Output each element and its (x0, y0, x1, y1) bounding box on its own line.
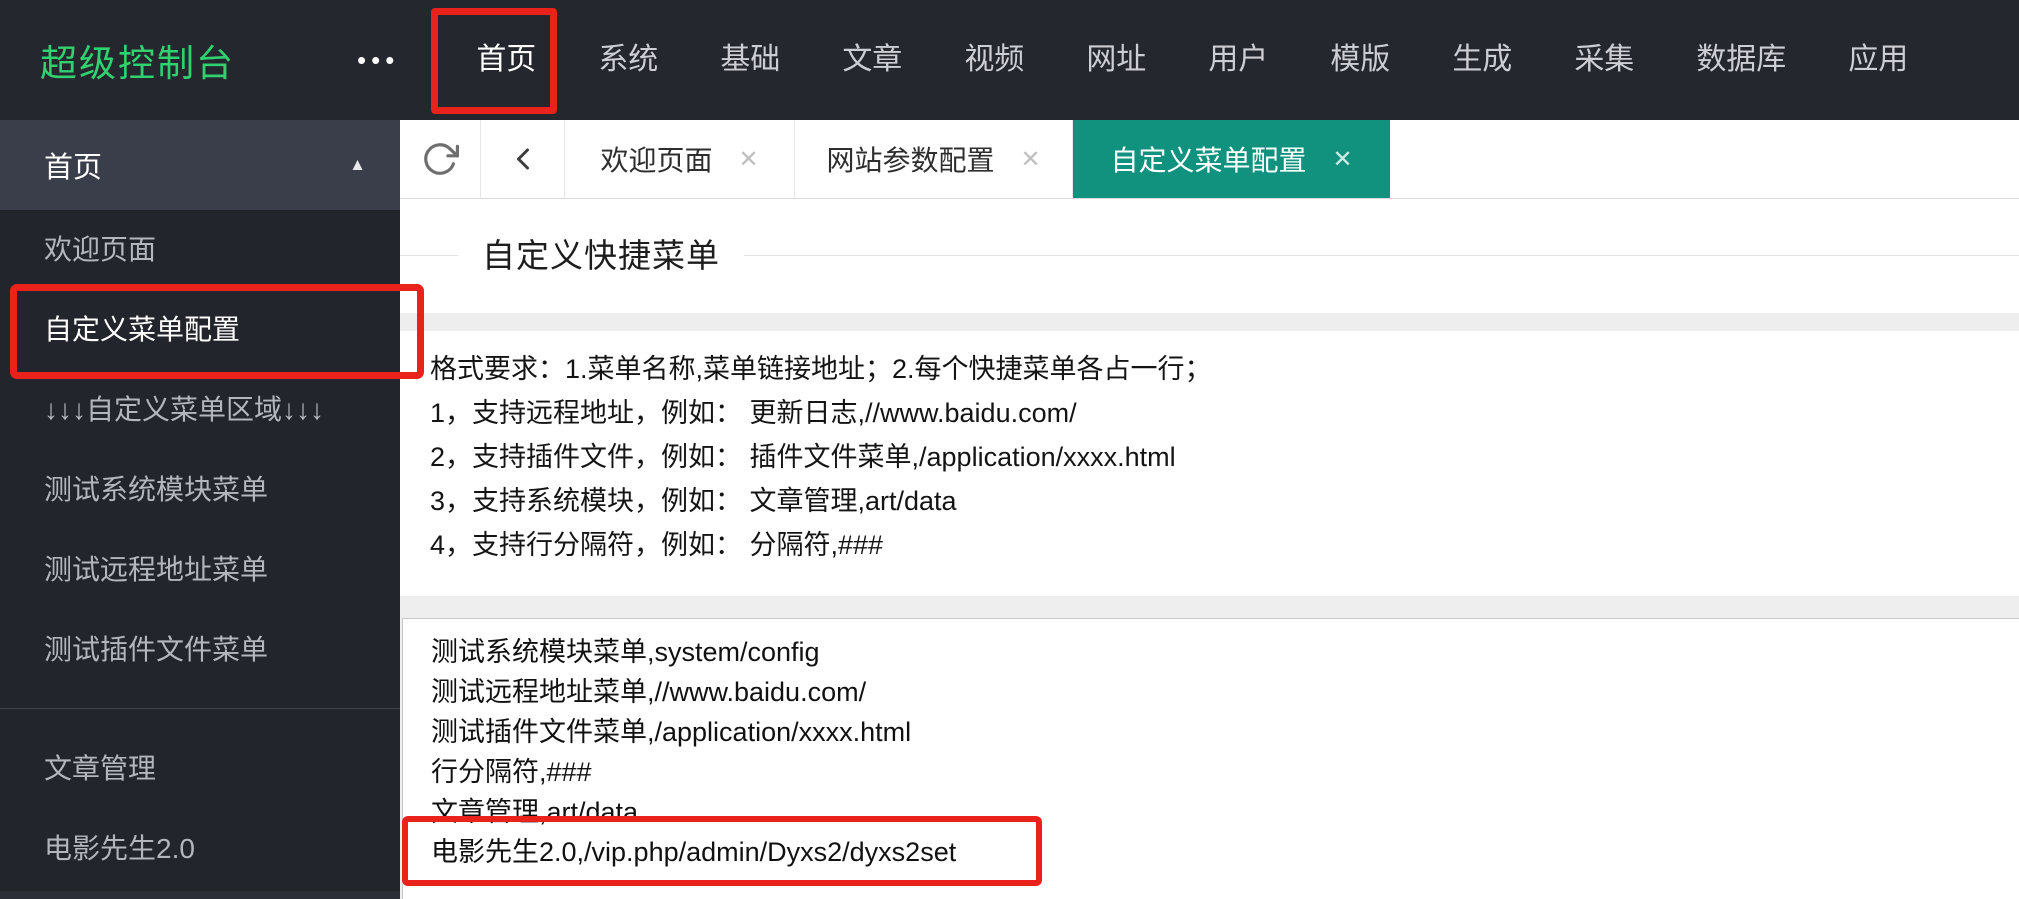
help-line: 格式要求：1.菜单名称,菜单链接地址；2.每个快捷菜单各占一行； (430, 347, 2019, 391)
tab-site-params-config[interactable]: 网站参数配置 ✕ (795, 120, 1073, 198)
sidebar-item-custom-menu-zone[interactable]: ↓↓↓自定义菜单区域↓↓↓ (0, 370, 400, 450)
nav-item-system[interactable]: 系统 (567, 0, 689, 120)
tab-welcome-page[interactable]: 欢迎页面 ✕ (565, 120, 795, 198)
tab-label: 欢迎页面 (600, 139, 712, 179)
sidebar-item-test-system-module[interactable]: 测试系统模块菜单 (0, 450, 400, 530)
help-line: 4，支持行分隔符，例如： 分隔符,### (430, 523, 2019, 567)
menu-config-textarea[interactable]: 测试系统模块菜单,system/config 测试远程地址菜单,//www.ba… (402, 618, 2019, 899)
sidebar: 首页 ▲ 欢迎页面 自定义菜单配置 ↓↓↓自定义菜单区域↓↓↓ 测试系统模块菜单… (0, 120, 400, 899)
admin-console-window: 超级控制台 ••• 首页 系统 基础 文章 视频 网址 用户 模版 生成 采集 … (0, 0, 2019, 899)
refresh-icon (421, 140, 459, 178)
scroll-tabs-left-button[interactable] (481, 120, 565, 198)
sidebar-next-item-edge (0, 891, 400, 899)
close-icon[interactable]: ✕ (738, 145, 758, 174)
nav-item-generate[interactable]: 生成 (1421, 0, 1543, 120)
sidebar-item-welcome[interactable]: 欢迎页面 (0, 210, 400, 290)
tab-custom-menu-config[interactable]: 自定义菜单配置 ✕ (1073, 120, 1390, 198)
nav-item-video[interactable]: 视频 (933, 0, 1055, 120)
nav-item-collect[interactable]: 采集 (1543, 0, 1665, 120)
tab-bar-filler (1390, 120, 2019, 198)
sidebar-group-label: 首页 (44, 144, 102, 186)
nav-item-article[interactable]: 文章 (811, 0, 933, 120)
sidebar-group-home[interactable]: 首页 ▲ (0, 120, 400, 210)
close-icon[interactable]: ✕ (1020, 145, 1040, 174)
tab-label: 网站参数配置 (826, 139, 994, 179)
app-logo: 超级控制台 (40, 33, 235, 87)
nav-item-template[interactable]: 模版 (1299, 0, 1421, 120)
main-content: 欢迎页面 ✕ 网站参数配置 ✕ 自定义菜单配置 ✕ 自定义快捷菜单 格式要求：1… (400, 120, 2019, 899)
page-title-block: 自定义快捷菜单 (400, 199, 2019, 313)
nav-item-basic[interactable]: 基础 (689, 0, 811, 120)
top-bar: 超级控制台 ••• 首页 系统 基础 文章 视频 网址 用户 模版 生成 采集 … (0, 0, 2019, 120)
close-icon[interactable]: ✕ (1332, 145, 1352, 174)
nav-item-url[interactable]: 网址 (1055, 0, 1177, 120)
tab-label: 自定义菜单配置 (1110, 139, 1306, 179)
sidebar-item-test-remote-url[interactable]: 测试远程地址菜单 (0, 530, 400, 610)
top-nav: 首页 系统 基础 文章 视频 网址 用户 模版 生成 采集 数据库 应用 (445, 0, 1939, 120)
format-help-panel: 格式要求：1.菜单名称,菜单链接地址；2.每个快捷菜单各占一行； 1，支持远程地… (400, 331, 2019, 596)
tab-bar: 欢迎页面 ✕ 网站参数配置 ✕ 自定义菜单配置 ✕ (400, 120, 2019, 199)
refresh-button[interactable] (400, 120, 481, 198)
nav-item-user[interactable]: 用户 (1177, 0, 1299, 120)
sidebar-item-movie-mister[interactable]: 电影先生2.0 (0, 809, 400, 889)
help-line: 1，支持远程地址，例如： 更新日志,//www.baidu.com/ (430, 391, 2019, 435)
more-menu-icon[interactable]: ••• (357, 45, 399, 76)
chevron-left-icon (505, 141, 541, 177)
nav-item-database[interactable]: 数据库 (1665, 0, 1817, 120)
sidebar-divider (0, 708, 400, 709)
help-line: 3，支持系统模块，例如： 文章管理,art/data (430, 479, 2019, 523)
nav-item-app[interactable]: 应用 (1817, 0, 1939, 120)
help-line: 2，支持插件文件，例如： 插件文件菜单,/application/xxxx.ht… (430, 435, 2019, 479)
sidebar-item-custom-menu-config[interactable]: 自定义菜单配置 (0, 290, 400, 370)
sidebar-item-article-manage[interactable]: 文章管理 (0, 729, 400, 809)
nav-item-home[interactable]: 首页 (445, 0, 567, 120)
chevron-up-icon: ▲ (349, 155, 366, 175)
page-title: 自定义快捷菜单 (458, 229, 744, 277)
sidebar-item-test-plugin-file[interactable]: 测试插件文件菜单 (0, 610, 400, 690)
